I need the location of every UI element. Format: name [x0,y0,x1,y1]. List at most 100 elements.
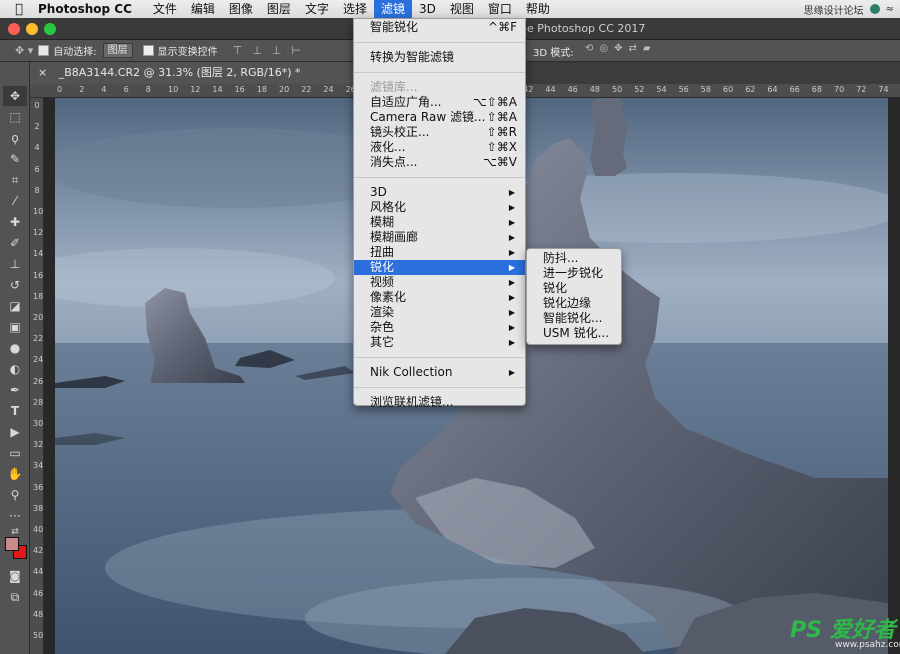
eraser-tool-icon[interactable]: ◪ [3,296,27,316]
ruler-tick-label: 4 [101,85,107,94]
filter-menu-item[interactable]: Nik Collection ▶ [354,365,525,380]
filter-menu-item[interactable]: 视频 ▶ [354,275,525,290]
screen-mode-icon[interactable]: ⧉ [3,587,27,607]
clone-stamp-tool-icon[interactable]: ⊥ [3,254,27,274]
watermark-url: www.psahz.com [835,640,900,650]
menu-file[interactable]: 文件 [146,0,184,18]
ruler-tick-label: 10 [33,207,44,216]
filter-menu-item[interactable]: 其它 ▶ [354,335,525,350]
align-top-icon[interactable]: ⊤ [233,44,243,57]
auto-select-dropdown[interactable]: 图层 [102,43,133,58]
menu-item-label: 镜头校正... [370,125,430,139]
menu-view[interactable]: 视图 [443,0,481,18]
zoom-window-button[interactable] [44,23,56,35]
close-tab-icon[interactable]: × [38,66,47,79]
menu-item-label: Camera Raw 滤镜... [370,110,486,124]
history-brush-tool-icon[interactable]: ↺ [3,275,27,295]
sharpen-submenu-item[interactable]: 进一步锐化 [527,266,621,281]
brush-tool-icon[interactable]: ✐ [3,233,27,253]
marquee-tool-icon[interactable]: ⬚ [3,107,27,127]
filter-menu-item[interactable]: 像素化 ▶ [354,290,525,305]
dodge-tool-icon[interactable]: ◐ [3,359,27,379]
auto-select-checkbox[interactable] [38,45,50,56]
sharpen-submenu-item[interactable]: USM 锐化... [527,326,621,341]
pen-tool-icon[interactable]: ✒ [3,380,27,400]
type-tool-icon[interactable]: T [3,401,27,421]
menu-separator [354,177,525,178]
menu-edit[interactable]: 编辑 [184,0,222,18]
filter-menu-item[interactable]: 智能锐化 ^⌘F [354,20,525,35]
sharpen-submenu-item[interactable]: 锐化边缘 [527,296,621,311]
filter-menu-item[interactable]: 渲染 ▶ [354,305,525,320]
vertical-ruler[interactable]: 0 2 4 6 8 10 12 14 16 18 20 22 24 26 28 30 32 34 36 38 40 42 4… [30,98,44,654]
filter-menu-item[interactable]: Camera Raw 滤镜... ⇧⌘A [354,110,525,125]
menu-3d[interactable]: 3D [412,0,443,18]
ruler-tick-label: 50 [33,631,44,640]
menu-item-label: 3D [370,185,387,199]
gradient-tool-icon[interactable]: ▣ [3,317,27,337]
filter-menu-item[interactable]: 模糊画廊 ▶ [354,230,525,245]
menu-help[interactable]: 帮助 [519,0,557,18]
minimize-window-button[interactable] [26,23,38,35]
move-tool-icon[interactable]: ✥ [3,86,27,106]
filter-menu-item[interactable]: 自适应广角... ⌥⇧⌘A [354,95,525,110]
foreground-color-swatch[interactable] [5,537,19,551]
app-menu[interactable]: Photoshop CC [38,2,132,16]
filter-menu-item[interactable]: 锐化 ▶ [354,260,525,275]
filter-menu-item[interactable]: 镜头校正... ⇧⌘R [354,125,525,140]
menu-item-label: 渲染 [370,305,395,319]
submenu-arrow-icon: ▶ [508,263,515,272]
show-transform-checkbox[interactable] [142,45,154,56]
quick-mask-icon[interactable]: ◙ [3,566,27,586]
apple-logo-icon[interactable]:  [0,2,38,17]
filter-menu-item[interactable]: 转换为智能滤镜 [354,50,525,65]
quick-select-tool-icon[interactable]: ✎ [3,149,27,169]
menu-select[interactable]: 选择 [336,0,374,18]
filter-menu-item[interactable]: 模糊 ▶ [354,215,525,230]
tray-text: 思缘设计论坛 [803,5,864,17]
align-middle-icon[interactable]: ⊥ [252,44,262,57]
close-window-button[interactable] [8,23,20,35]
filter-menu-item[interactable]: 液化... ⇧⌘X [354,140,525,155]
ruler-tick-label: 36 [33,482,44,492]
zoom-tool-icon[interactable]: ⚲ [3,485,27,505]
move-tool-icon[interactable]: ✥ ▾ [15,44,33,57]
ruler-tick-label: 12 [190,85,201,94]
sharpen-submenu-item[interactable]: 锐化 [527,281,621,296]
filter-menu-item[interactable]: 消失点... ⌥⌘V [354,155,525,170]
sharpen-submenu-item[interactable]: 智能锐化... [527,311,621,326]
menu-image[interactable]: 图像 [222,0,260,18]
filter-menu-item[interactable]: 扭曲 ▶ [354,245,525,260]
menu-item-label: 模糊 [370,215,395,229]
filter-menu-item[interactable]: 浏览联机滤镜... [354,395,525,410]
tray-app-icon[interactable] [869,4,880,14]
ruler-tick-label: 26 [33,376,44,386]
ruler-tick-label: 72 [856,85,867,94]
sharpen-submenu-item[interactable]: 防抖... [527,251,621,266]
menu-layer[interactable]: 图层 [260,0,298,18]
eyedropper-tool-icon[interactable]: ⁄ [3,191,27,211]
rectangle-tool-icon[interactable]: ▭ [3,443,27,463]
crop-tool-icon[interactable]: ⌗ [3,170,27,190]
ruler-tick-label: 70 [834,85,845,94]
align-left-icon[interactable]: ⊢ [291,44,301,57]
hand-tool-icon[interactable]: ✋ [3,464,27,484]
filter-menu-item[interactable]: 风格化 ▶ [354,200,525,215]
menu-filter[interactable]: 滤镜 [373,0,412,18]
3d-mode-icons[interactable]: ⟲◎✥⇄▰ [585,43,657,54]
menu-type[interactable]: 文字 [298,0,336,18]
healing-brush-tool-icon[interactable]: ✚ [3,212,27,232]
lasso-tool-icon[interactable]: ϙ [3,128,27,148]
filter-menu-item[interactable]: 杂色 ▶ [354,320,525,335]
menu-item-label: 其它 [370,335,395,349]
ruler-tick-label: 0 [34,101,40,110]
menu-window[interactable]: 窗口 [481,0,519,18]
ruler-tick-label: 32 [33,440,44,450]
filter-menu-item[interactable]: 3D ▶ [354,185,525,200]
wifi-icon[interactable]: ≈ [886,4,894,15]
path-select-tool-icon[interactable]: ▶ [3,422,27,442]
align-bottom-icon[interactable]: ⊥ [272,44,282,57]
ruler-tick-label: 30 [33,419,44,428]
blur-tool-icon[interactable]: ● [3,338,27,358]
menu-item-label: 消失点... [370,155,418,169]
